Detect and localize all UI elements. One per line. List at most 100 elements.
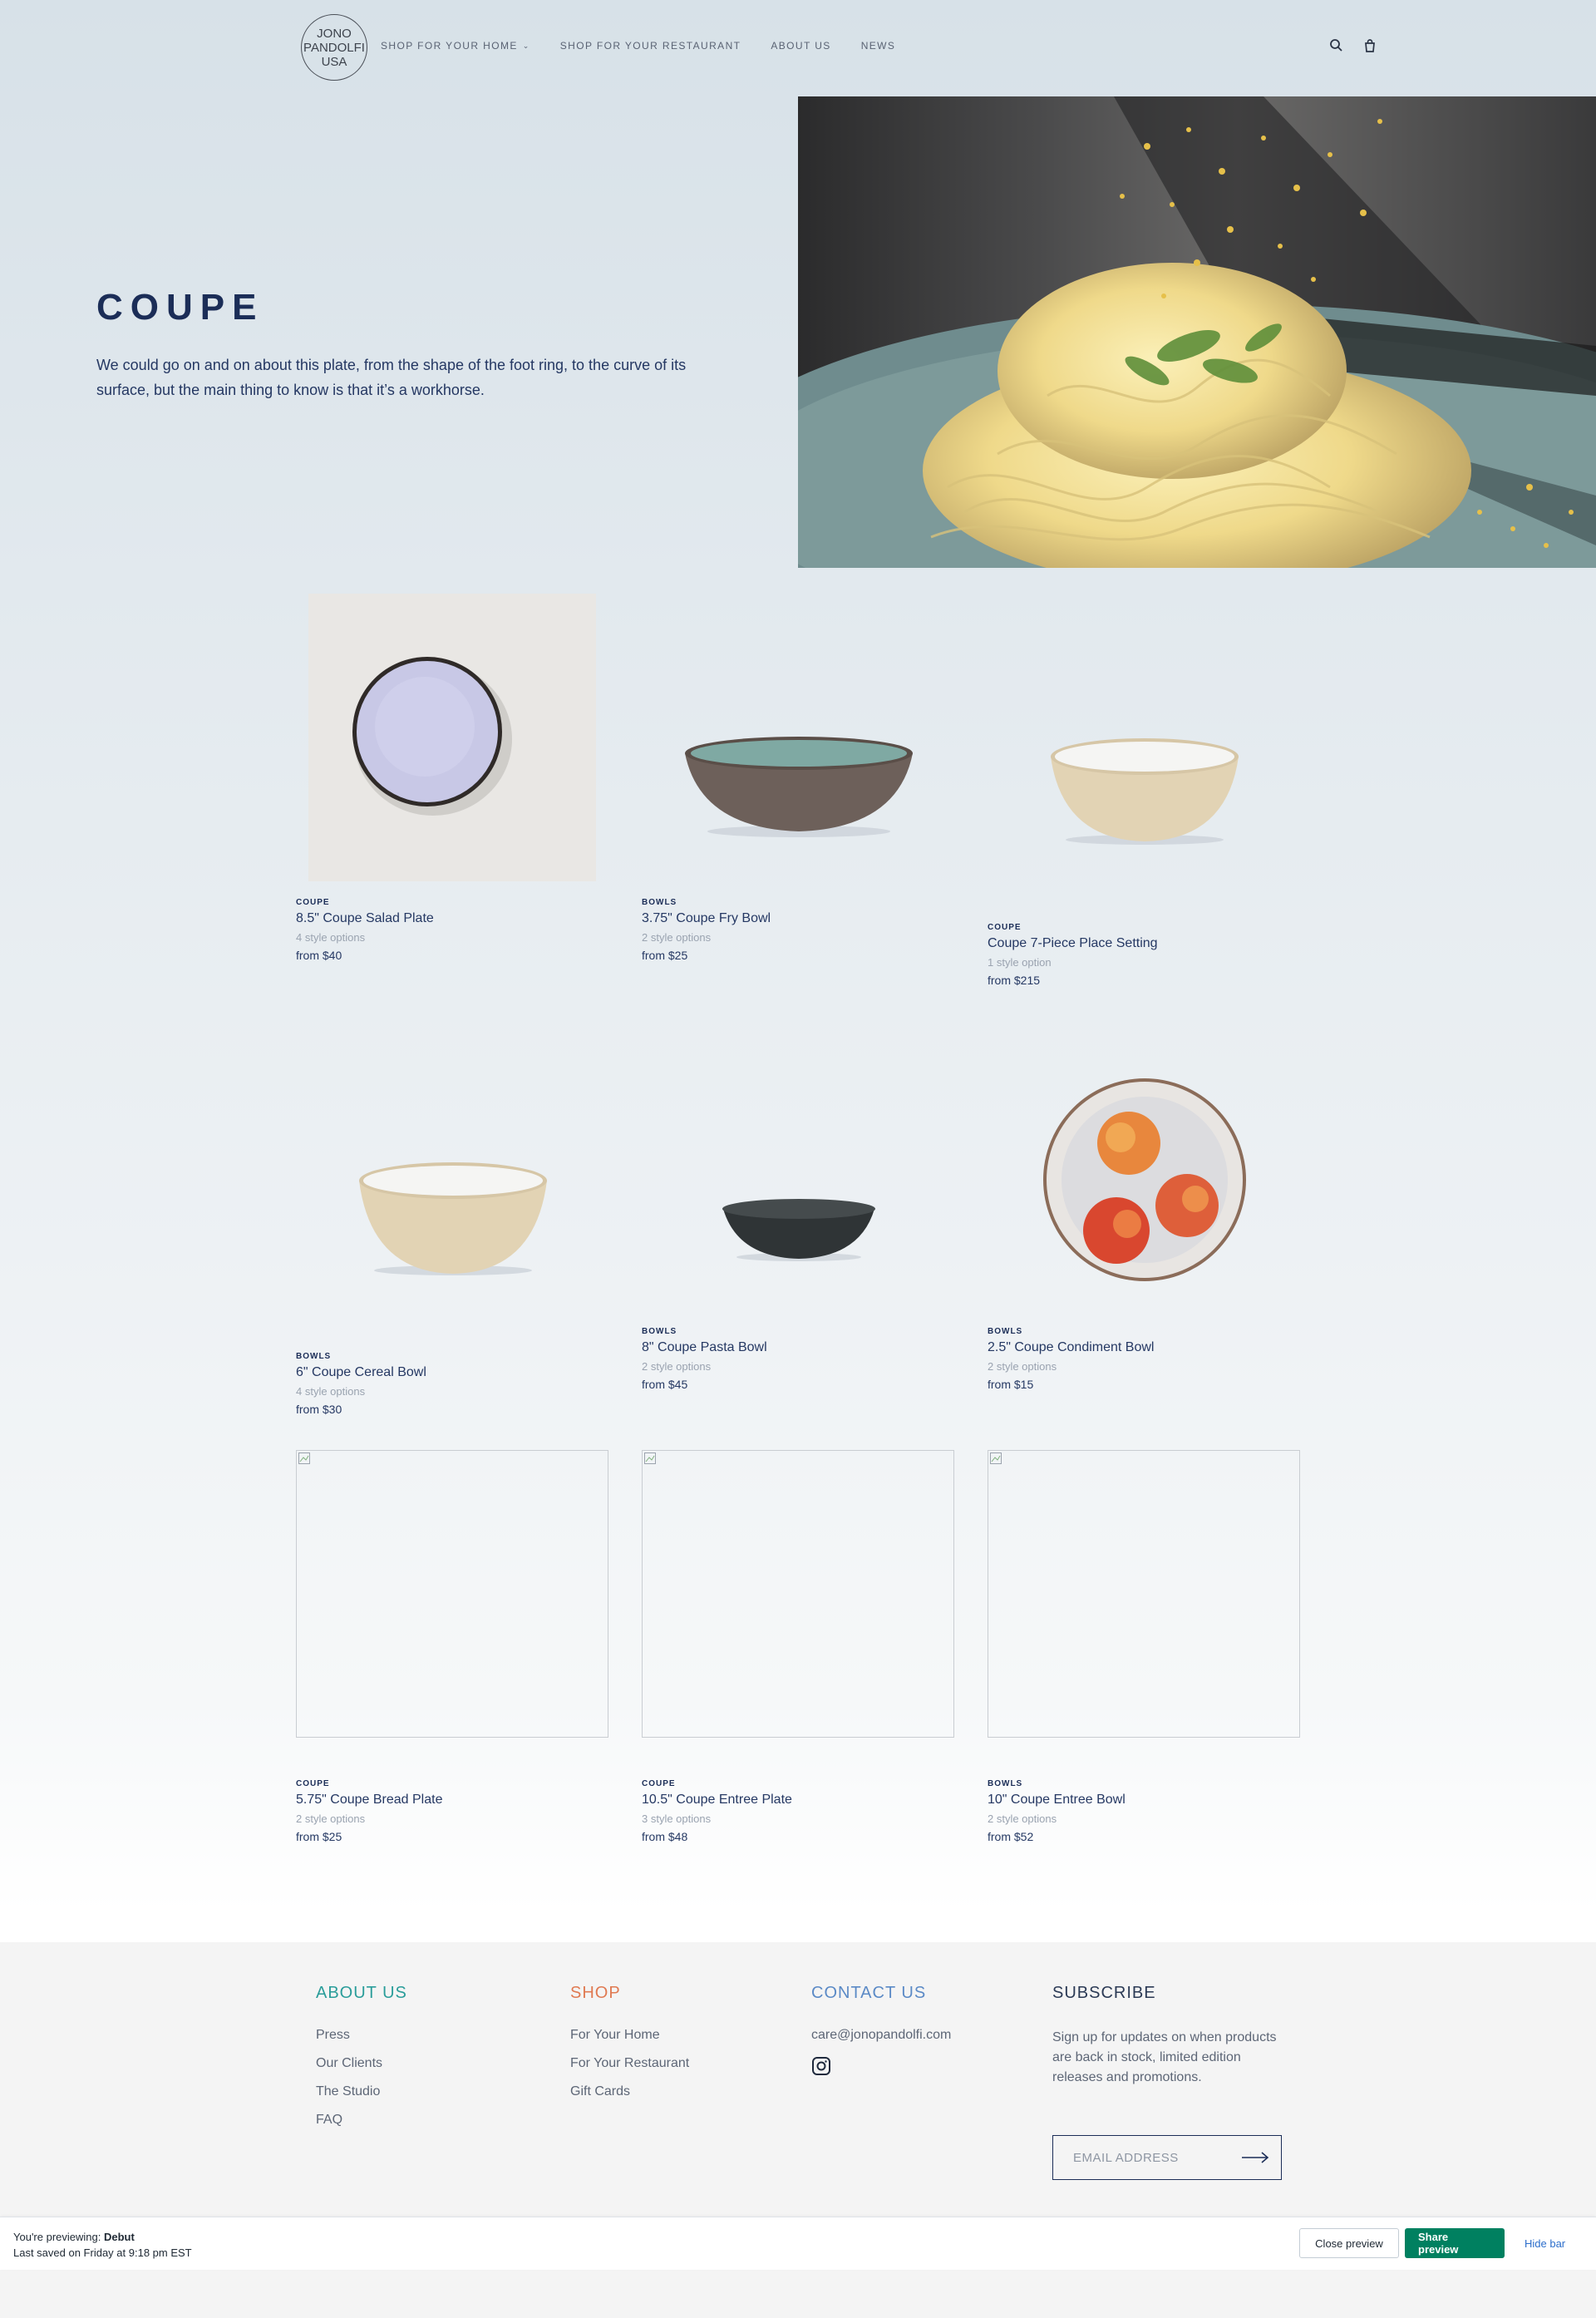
product-options: 2 style options bbox=[642, 931, 712, 944]
product-options: 2 style options bbox=[988, 1360, 1057, 1373]
footer-about-links: Press Our Clients The Studio FAQ bbox=[316, 2028, 407, 2128]
footer-contact-links: care@jonopandolfi.com bbox=[811, 2028, 951, 2079]
footer-about-column: ABOUT US Press Our Clients The Studio FA… bbox=[316, 1984, 407, 2141]
product-price: from $48 bbox=[642, 1830, 688, 1843]
footer-about-heading: ABOUT US bbox=[316, 1984, 407, 2002]
product-options: 1 style option bbox=[988, 956, 1052, 969]
close-preview-button[interactable]: Close preview bbox=[1299, 2228, 1399, 2258]
footer-shop-heading: SHOP bbox=[570, 1984, 621, 2002]
logo-line-2: PANDOLFI bbox=[303, 40, 365, 55]
cart-icon[interactable] bbox=[1362, 37, 1378, 54]
footer-subscribe-heading: SUBSCRIBE bbox=[1052, 1984, 1156, 2002]
footer-link-faq[interactable]: FAQ bbox=[316, 2113, 407, 2128]
product-options: 4 style options bbox=[296, 1385, 366, 1398]
product-title[interactable]: 10.5" Coupe Entree Plate bbox=[642, 1793, 956, 1808]
contact-email-link[interactable]: care@jonopandolfi.com bbox=[811, 2028, 951, 2043]
product-image-salad-plate[interactable] bbox=[308, 594, 596, 881]
product-options: 4 style options bbox=[296, 931, 366, 944]
footer-shop-column: SHOP For Your Home For Your Restaurant G… bbox=[570, 1984, 689, 2113]
share-preview-button[interactable]: Share preview bbox=[1405, 2228, 1505, 2258]
product-category: BOWLS bbox=[988, 1327, 1023, 1336]
footer-shop-links: For Your Home For Your Restaurant Gift C… bbox=[570, 2028, 689, 2099]
search-icon[interactable] bbox=[1328, 37, 1345, 54]
product-info: COUPE Coupe 7-Piece Place Setting 1 styl… bbox=[988, 923, 1302, 987]
footer-link-the-studio[interactable]: The Studio bbox=[316, 2084, 407, 2099]
footer-contact-heading: CONTACT US bbox=[811, 1984, 927, 2002]
product-options: 2 style options bbox=[988, 1812, 1057, 1825]
product-category: BOWLS bbox=[296, 1352, 332, 1361]
product-title[interactable]: 8" Coupe Pasta Bowl bbox=[642, 1340, 956, 1355]
product-price: from $40 bbox=[296, 949, 342, 962]
brand-logo[interactable]: JONO PANDOLFI USA bbox=[301, 14, 367, 81]
product-options: 2 style options bbox=[642, 1360, 712, 1373]
broken-image-icon bbox=[644, 1452, 656, 1464]
nav-about-us-label: ABOUT US bbox=[771, 40, 831, 52]
nav-shop-home[interactable]: SHOP FOR YOUR HOME ⌄ bbox=[381, 40, 530, 52]
hero-pasta-image bbox=[798, 96, 1596, 568]
product-image-placeholder[interactable] bbox=[988, 1450, 1300, 1738]
product-title[interactable]: 5.75" Coupe Bread Plate bbox=[296, 1793, 610, 1808]
product-image-place-setting[interactable] bbox=[988, 594, 1302, 880]
logo-line-3: USA bbox=[321, 54, 347, 69]
product-image-placeholder[interactable] bbox=[642, 1450, 954, 1738]
product-price: from $45 bbox=[642, 1378, 688, 1391]
product-image-fry-bowl[interactable] bbox=[642, 594, 956, 880]
nav-news[interactable]: NEWS bbox=[861, 40, 896, 52]
arrow-right-icon[interactable] bbox=[1236, 2137, 1274, 2178]
product-price: from $25 bbox=[642, 949, 688, 962]
hide-bar-button[interactable]: Hide bar bbox=[1515, 2228, 1575, 2258]
footer-link-gift-cards[interactable]: Gift Cards bbox=[570, 2084, 689, 2099]
nav-about-us[interactable]: ABOUT US bbox=[771, 40, 830, 52]
product-title[interactable]: Coupe 7-Piece Place Setting bbox=[988, 936, 1302, 951]
newsletter-form bbox=[1052, 2135, 1282, 2180]
product-info: BOWLS 10" Coupe Entree Bowl 2 style opti… bbox=[988, 1779, 1302, 1843]
product-price: from $52 bbox=[988, 1830, 1034, 1843]
product-info: BOWLS 6" Coupe Cereal Bowl 4 style optio… bbox=[296, 1352, 610, 1416]
broken-image-icon bbox=[990, 1452, 1002, 1464]
product-category: BOWLS bbox=[642, 1327, 677, 1336]
logo-line-1: JONO bbox=[317, 26, 352, 41]
product-title[interactable]: 6" Coupe Cereal Bowl bbox=[296, 1365, 610, 1380]
broken-image-icon bbox=[298, 1452, 310, 1464]
preview-theme-name: Debut bbox=[103, 2231, 135, 2243]
product-category: COUPE bbox=[296, 1779, 330, 1788]
email-input[interactable] bbox=[1053, 2137, 1236, 2178]
product-info: COUPE 5.75" Coupe Bread Plate 2 style op… bbox=[296, 1779, 610, 1843]
preview-last-saved: Last saved on Friday at 9:18 pm EST bbox=[13, 2246, 192, 2259]
product-title[interactable]: 3.75" Coupe Fry Bowl bbox=[642, 911, 956, 926]
product-title[interactable]: 2.5" Coupe Condiment Bowl bbox=[988, 1340, 1302, 1355]
footer-contact-column: CONTACT US care@jonopandolfi.com bbox=[811, 1984, 951, 2079]
footer-link-for-your-restaurant[interactable]: For Your Restaurant bbox=[570, 2056, 689, 2071]
chevron-down-icon: ⌄ bbox=[522, 41, 530, 50]
footer-link-our-clients[interactable]: Our Clients bbox=[316, 2056, 407, 2071]
footer-subscribe-column: SUBSCRIBE Sign up for updates on when pr… bbox=[1052, 1984, 1285, 2180]
nav-shop-home-label: SHOP FOR YOUR HOME bbox=[381, 40, 518, 52]
product-options: 2 style options bbox=[296, 1812, 366, 1825]
product-options: 3 style options bbox=[642, 1812, 712, 1825]
product-category: COUPE bbox=[296, 898, 330, 907]
nav-shop-restaurant[interactable]: SHOP FOR YOUR RESTAURANT bbox=[560, 40, 741, 52]
product-info: COUPE 10.5" Coupe Entree Plate 3 style o… bbox=[642, 1779, 956, 1843]
instagram-icon[interactable] bbox=[811, 2056, 831, 2076]
page-title: COUPE bbox=[96, 287, 264, 328]
product-price: from $15 bbox=[988, 1378, 1034, 1391]
footer-link-press[interactable]: Press bbox=[316, 2028, 407, 2043]
product-price: from $215 bbox=[988, 974, 1041, 987]
product-title[interactable]: 10" Coupe Entree Bowl bbox=[988, 1793, 1302, 1808]
site-header: JONO PANDOLFI USA SHOP FOR YOUR HOME ⌄ S… bbox=[0, 0, 1596, 96]
nav-news-label: NEWS bbox=[860, 40, 896, 52]
theme-preview-bar: You're previewing: Debut Last saved on F… bbox=[0, 2217, 1596, 2270]
product-image-condiment-bowl[interactable] bbox=[988, 1023, 1302, 1309]
product-info: BOWLS 2.5" Coupe Condiment Bowl 2 style … bbox=[988, 1327, 1302, 1391]
product-title[interactable]: 8.5" Coupe Salad Plate bbox=[296, 911, 610, 926]
product-image-placeholder[interactable] bbox=[296, 1450, 608, 1738]
footer-link-for-your-home[interactable]: For Your Home bbox=[570, 2028, 689, 2043]
product-price: from $30 bbox=[296, 1403, 342, 1416]
product-category: COUPE bbox=[988, 923, 1022, 932]
product-image-pasta-bowl[interactable] bbox=[642, 1023, 956, 1309]
preview-prefix: You're previewing: bbox=[13, 2231, 101, 2243]
product-info: COUPE 8.5" Coupe Salad Plate 4 style opt… bbox=[296, 898, 610, 962]
product-price: from $25 bbox=[296, 1830, 342, 1843]
product-image-cereal-bowl[interactable] bbox=[296, 1048, 610, 1334]
subscribe-description: Sign up for updates on when products are… bbox=[1052, 2030, 1277, 2084]
